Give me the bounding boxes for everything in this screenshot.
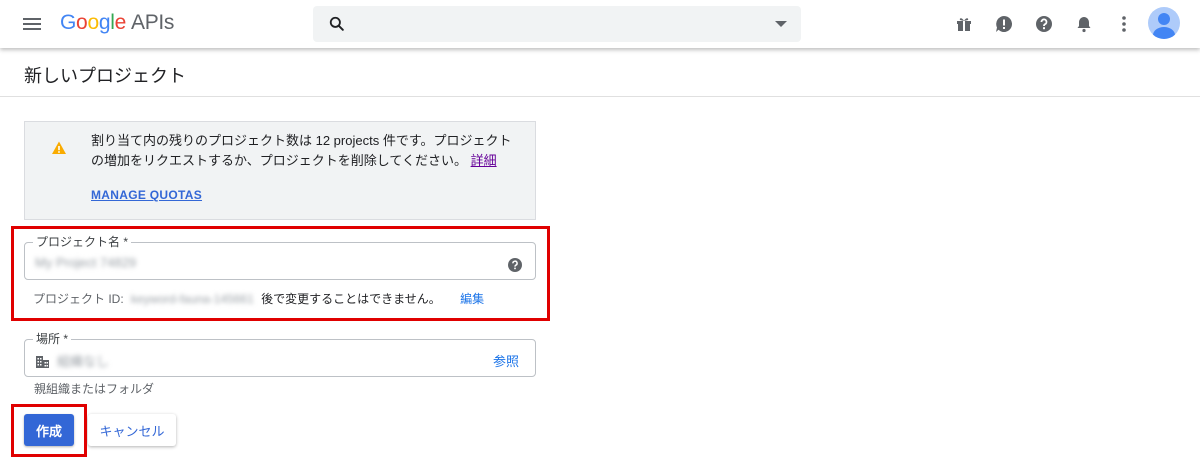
account-avatar[interactable] xyxy=(1148,7,1180,39)
account-icon xyxy=(1153,13,1175,39)
hamburger-menu-icon[interactable] xyxy=(20,12,44,36)
location-helper-text: 親組織またはフォルダ xyxy=(34,382,155,396)
help-icon[interactable] xyxy=(507,257,523,273)
location-value: 組織なし xyxy=(57,354,110,369)
browse-location-link[interactable]: 参照 xyxy=(493,351,519,370)
manage-quotas-link[interactable]: MANAGE QUOTAS xyxy=(91,188,202,202)
page-title-bar: 新しいプロジェクト xyxy=(0,48,1200,97)
warning-icon xyxy=(52,141,66,154)
top-app-bar: Google APIs xyxy=(0,0,1200,48)
cancel-button[interactable]: キャンセル xyxy=(88,414,176,446)
create-button[interactable]: 作成 xyxy=(24,414,74,446)
page-title: 新しいプロジェクト xyxy=(24,66,186,86)
search-dropdown-icon[interactable] xyxy=(775,21,787,27)
project-id-line: プロジェクト ID: keyword-fauna-145661 後で変更すること… xyxy=(33,292,485,306)
search-input[interactable] xyxy=(357,12,757,36)
building-icon xyxy=(36,356,49,368)
edit-project-id-link[interactable]: 編集 xyxy=(460,292,484,306)
details-link[interactable]: 詳細 xyxy=(471,153,497,168)
location-field[interactable]: 場所 * 組織なし 参照 xyxy=(24,331,536,377)
google-apis-logo[interactable]: Google APIs xyxy=(60,11,174,35)
more-vert-icon[interactable] xyxy=(1112,12,1136,36)
gift-icon[interactable] xyxy=(952,12,976,36)
project-name-field[interactable]: プロジェクト名 * My Project 74829 xyxy=(24,234,536,280)
quota-notice-text: 割り当て内の残りのプロジェクト数は 12 projects 件です。プロジェクト… xyxy=(91,133,512,168)
search-icon xyxy=(329,16,344,31)
feedback-icon[interactable] xyxy=(992,12,1016,36)
help-icon[interactable] xyxy=(1032,12,1056,36)
location-label: 場所 * xyxy=(33,331,72,347)
notifications-icon[interactable] xyxy=(1072,12,1096,36)
project-name-value[interactable]: My Project 74829 xyxy=(35,255,136,270)
search-bar[interactable] xyxy=(313,6,801,42)
project-id-value: keyword-fauna-145661 xyxy=(131,292,254,306)
quota-notice: 割り当て内の残りのプロジェクト数は 12 projects 件です。プロジェクト… xyxy=(24,121,536,220)
project-name-label: プロジェクト名 * xyxy=(33,234,132,250)
